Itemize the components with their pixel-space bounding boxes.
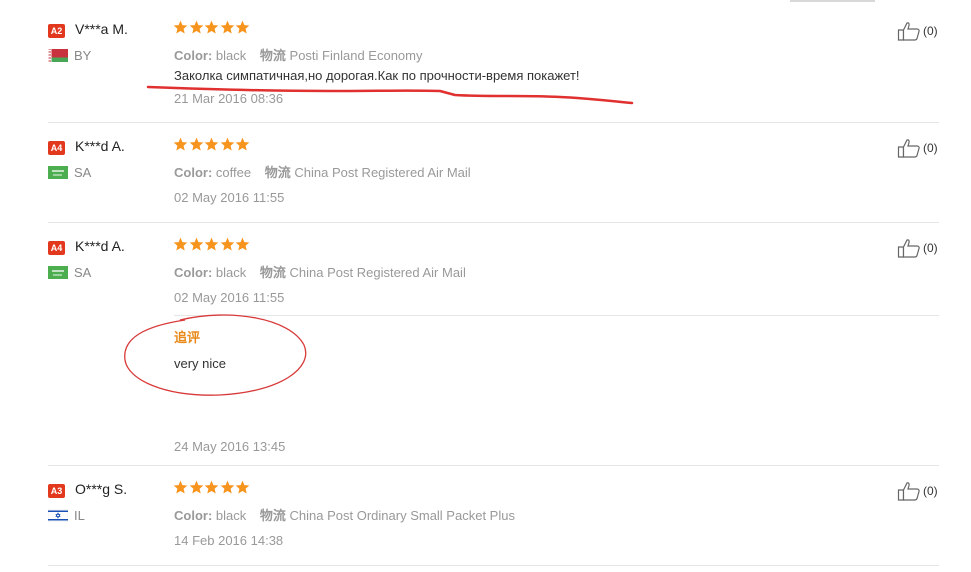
review-date: 14 Feb 2016 14:38 [174, 533, 284, 548]
feedback-item: A2 V***a M. BY Color: black 物流 Posti Fin… [48, 20, 939, 120]
star-rating [173, 237, 251, 252]
sku-info: Color: black 物流 Posti Finland Economy [174, 45, 422, 64]
divider [48, 465, 939, 466]
country-code: SA [74, 265, 92, 280]
color-value: black [215, 48, 247, 63]
star-icon [220, 237, 236, 252]
shipping-value: China Post Registered Air Mail [294, 165, 471, 180]
shipping-value: China Post Ordinary Small Packet Plus [289, 508, 515, 523]
star-icon [173, 20, 189, 35]
country-code: SA [74, 165, 92, 180]
color-value: coffee [215, 165, 252, 180]
buyer-level-badge: A2 [48, 24, 65, 38]
buyer-name: O***g S. [75, 481, 128, 497]
additional-feedback-text: very nice [174, 356, 227, 371]
star-icon [173, 480, 189, 495]
country-code: IL [74, 508, 85, 523]
divider [48, 565, 939, 566]
buyer-name: K***d A. [75, 138, 125, 154]
star-icon [220, 137, 236, 152]
thumbs-up-icon [897, 139, 920, 158]
star-icon [204, 480, 220, 495]
star-icon [204, 237, 220, 252]
star-rating [173, 20, 251, 35]
append-divider [174, 315, 939, 316]
star-icon [235, 237, 251, 252]
shipping-label: 物流 [259, 508, 286, 523]
review-date: 21 Mar 2016 08:36 [174, 91, 284, 106]
thumbs-up-icon [897, 22, 920, 41]
shipping-label: 物流 [259, 48, 286, 63]
star-icon [189, 237, 205, 252]
sku-info: Color: coffee 物流 China Post Registered A… [174, 162, 471, 181]
shipping-label: 物流 [259, 265, 286, 280]
star-icon [189, 480, 205, 495]
color-label: Color: [174, 48, 213, 63]
shipping-label: 物流 [264, 165, 291, 180]
star-icon [235, 480, 251, 495]
feedback-item: A4 K***d A. SA Color: coffee 物流 China Po… [48, 137, 939, 217]
star-icon [220, 480, 236, 495]
tab-edge [790, 0, 875, 2]
country-code: BY [74, 48, 92, 63]
top-bar [0, 0, 971, 6]
helpful-count: (0) [923, 24, 938, 38]
color-label: Color: [174, 508, 213, 523]
star-icon [189, 137, 205, 152]
star-icon [204, 137, 220, 152]
belarus-flag-icon [48, 49, 68, 62]
helpful-count: (0) [923, 241, 938, 255]
star-icon [204, 20, 220, 35]
color-value: black [215, 508, 247, 523]
buyer-level-badge: A4 [48, 241, 65, 255]
buyer-name: K***d A. [75, 238, 125, 254]
star-icon [235, 20, 251, 35]
star-icon [235, 137, 251, 152]
star-icon [173, 137, 189, 152]
star-rating [173, 137, 251, 152]
saudi-arabia-flag-icon [48, 266, 68, 279]
helpful-button[interactable]: (0) [897, 238, 938, 258]
review-text: Заколка симпатичная,но дорогая.Как по пр… [174, 68, 580, 83]
buyer-level-badge: A4 [48, 141, 65, 155]
helpful-count: (0) [923, 141, 938, 155]
additional-feedback-date: 24 May 2016 13:45 [174, 439, 286, 454]
sku-info: Color: black 物流 China Post Ordinary Smal… [174, 505, 515, 524]
thumbs-up-icon [897, 239, 920, 258]
feedback-item: A3 O***g S. IL Color: black 物流 China Pos… [48, 480, 939, 560]
buyer-name: V***a M. [75, 21, 128, 37]
feedback-item: A4 K***d A. SA Color: black 物流 China Pos… [48, 237, 939, 462]
shipping-value: Posti Finland Economy [289, 48, 423, 63]
saudi-arabia-flag-icon [48, 166, 68, 179]
star-icon [220, 20, 236, 35]
color-label: Color: [174, 165, 213, 180]
color-label: Color: [174, 265, 213, 280]
shipping-value: China Post Registered Air Mail [289, 265, 466, 280]
star-icon [189, 20, 205, 35]
additional-feedback-label: 追评 [174, 330, 201, 345]
thumbs-up-icon [897, 482, 920, 501]
divider [48, 222, 939, 223]
review-date: 02 May 2016 11:55 [174, 190, 285, 205]
divider [48, 122, 939, 123]
helpful-button[interactable]: (0) [897, 21, 938, 41]
israel-flag-icon [48, 509, 68, 522]
sku-info: Color: black 物流 China Post Registered Ai… [174, 262, 466, 281]
helpful-count: (0) [923, 484, 938, 498]
star-icon [173, 237, 189, 252]
helpful-button[interactable]: (0) [897, 481, 938, 501]
helpful-button[interactable]: (0) [897, 138, 938, 158]
buyer-level-badge: A3 [48, 484, 65, 498]
color-value: black [215, 265, 247, 280]
review-date: 02 May 2016 11:55 [174, 290, 285, 305]
star-rating [173, 480, 251, 495]
